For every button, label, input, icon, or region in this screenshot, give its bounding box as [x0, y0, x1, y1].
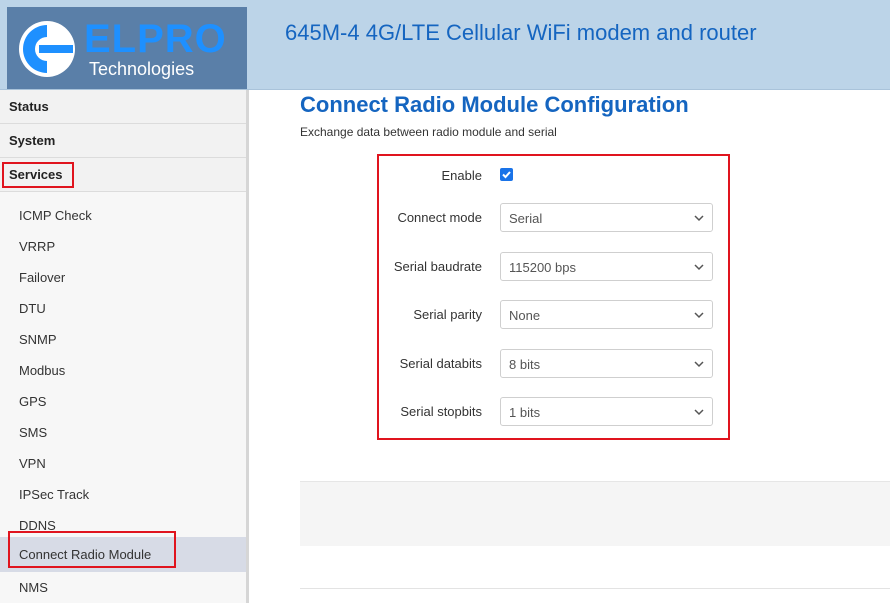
sidebar-item-sms[interactable]: SMS — [0, 417, 246, 448]
serial-databits-value: 8 bits — [509, 357, 541, 372]
logo-subtitle: Technologies — [89, 59, 195, 79]
form-actions-bar — [300, 481, 890, 546]
sidebar-item-label: VRRP — [19, 239, 56, 254]
sidebar-item-modbus[interactable]: Modbus — [0, 355, 246, 386]
divider — [300, 588, 890, 589]
sidebar-item-icmp-check[interactable]: ICMP Check — [0, 200, 246, 231]
sidebar-item-label: Status — [9, 99, 49, 114]
sidebar-item-failover[interactable]: Failover — [0, 262, 246, 293]
sidebar-item-label: IPSec Track — [19, 487, 90, 502]
connect-mode-value: Serial — [509, 211, 543, 226]
logo-wordmark: ELPRO — [84, 17, 227, 61]
sidebar-item-dtu[interactable]: DTU — [0, 293, 246, 324]
sidebar: Status System Services ICMP Check VRRP F… — [0, 90, 247, 603]
sidebar-item-vrrp[interactable]: VRRP — [0, 231, 246, 262]
sidebar-item-vpn[interactable]: VPN — [0, 448, 246, 479]
serial-databits-label: Serial databits — [399, 356, 482, 371]
sidebar-item-label: Modbus — [19, 363, 66, 378]
sidebar-item-ipsec-track[interactable]: IPSec Track — [0, 479, 246, 510]
page-description: Exchange data between radio module and s… — [300, 125, 557, 139]
serial-databits-select[interactable]: 8 bits — [500, 349, 713, 378]
chevron-down-icon — [694, 264, 704, 271]
sidebar-item-label: NMS — [19, 580, 48, 595]
sidebar-item-status[interactable]: Status — [0, 90, 246, 124]
chevron-down-icon — [694, 361, 704, 368]
connect-radio-highlight-box — [8, 531, 176, 568]
chevron-down-icon — [694, 312, 704, 319]
connect-mode-label: Connect mode — [397, 210, 482, 225]
serial-baudrate-value: 115200 bps — [509, 260, 576, 275]
sidebar-item-label: SNMP — [19, 332, 57, 347]
sidebar-item-label: ICMP Check — [19, 208, 92, 223]
sidebar-item-label: GPS — [19, 394, 47, 409]
serial-parity-select[interactable]: None — [500, 300, 713, 329]
chevron-down-icon — [694, 409, 704, 416]
app-title: 645M-4 4G/LTE Cellular WiFi modem and ro… — [285, 20, 757, 45]
sidebar-item-label: System — [9, 133, 56, 148]
sidebar-item-label: DTU — [19, 301, 46, 316]
elpro-logo-icon — [19, 21, 75, 77]
serial-stopbits-label: Serial stopbits — [400, 404, 482, 419]
enable-checkbox[interactable] — [500, 168, 513, 181]
page-title: Connect Radio Module Configuration — [300, 92, 689, 117]
serial-baudrate-label: Serial baudrate — [393, 259, 482, 274]
sidebar-item-label: Failover — [19, 270, 66, 285]
serial-stopbits-select[interactable]: 1 bits — [500, 397, 713, 426]
sidebar-item-nms[interactable]: NMS — [0, 572, 246, 603]
sidebar-item-snmp[interactable]: SNMP — [0, 324, 246, 355]
serial-parity-value: None — [509, 308, 541, 323]
serial-parity-label: Serial parity — [413, 307, 482, 322]
enable-label: Enable — [441, 168, 482, 183]
sidebar-item-label: VPN — [19, 456, 46, 471]
sidebar-item-gps[interactable]: GPS — [0, 386, 246, 417]
serial-stopbits-value: 1 bits — [509, 405, 541, 420]
sidebar-item-label: SMS — [19, 425, 48, 440]
check-icon — [502, 171, 511, 179]
connect-mode-select[interactable]: Serial — [500, 203, 713, 232]
elpro-logo[interactable]: ELPRO Technologies — [7, 7, 247, 89]
services-highlight-box — [2, 162, 74, 188]
sidebar-item-system[interactable]: System — [0, 124, 246, 158]
chevron-down-icon — [694, 215, 704, 222]
sidebar-scrollbar[interactable] — [246, 90, 249, 603]
serial-baudrate-select[interactable]: 115200 bps — [500, 252, 713, 281]
header-bar: ELPRO Technologies 645M-4 4G/LTE Cellula… — [0, 0, 890, 90]
